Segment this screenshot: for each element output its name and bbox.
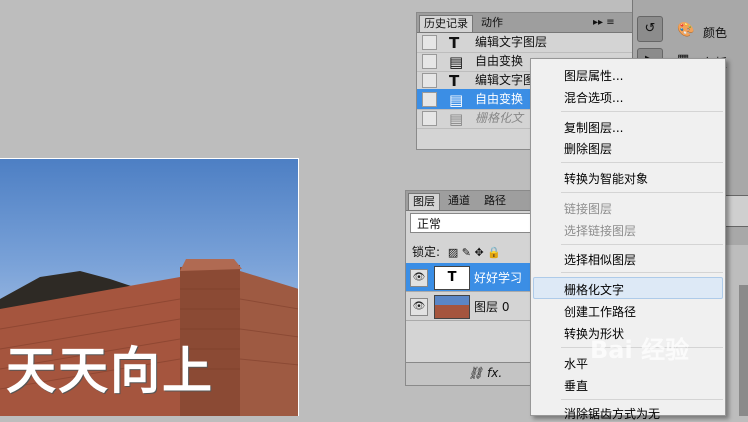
- menu-item-blending-options[interactable]: 混合选项...: [564, 89, 623, 106]
- image-layer-thumbnail: [434, 295, 470, 319]
- menu-item-duplicate-layer[interactable]: 复制图层...: [564, 119, 623, 136]
- history-item-label: 栅格化文: [475, 111, 524, 125]
- menu-separator: [561, 399, 723, 400]
- snapshot-checkbox[interactable]: [422, 54, 437, 69]
- eye-icon[interactable]: 👁: [410, 298, 428, 316]
- watermark: Bai 经验: [590, 336, 690, 364]
- transform-icon: ▤: [449, 53, 464, 71]
- layers-panel: 图层 通道 路径 正常 锁定: ▨ ✎ ✥ 🔒 👁 T 好好学习 👁 图层 0 …: [405, 190, 545, 386]
- canvas-text-layer: 天天向上: [6, 342, 214, 400]
- history-item-label: 编辑文字图层: [475, 35, 548, 49]
- layer-row[interactable]: 👁 图层 0: [406, 292, 544, 321]
- layer-name[interactable]: 好好学习: [474, 269, 522, 286]
- layers-footer: ⛓ fx.: [406, 362, 544, 385]
- menu-item-select-similar-layers[interactable]: 选择相似图层: [564, 251, 636, 268]
- menu-item-create-work-path[interactable]: 创建工作路径: [564, 303, 636, 320]
- layer-name[interactable]: 图层 0: [474, 298, 509, 315]
- lock-row: 锁定: ▨ ✎ ✥ 🔒: [412, 243, 501, 260]
- menu-item-convert-smart-object[interactable]: 转换为智能对象: [564, 170, 648, 187]
- text-layer-icon: T: [449, 72, 460, 90]
- canvas-image[interactable]: 天天向上: [0, 158, 299, 416]
- menu-separator: [561, 244, 723, 245]
- history-item-label: 自由变换: [475, 54, 524, 68]
- menu-item-horizontal[interactable]: 水平: [564, 355, 588, 372]
- lock-label: 锁定:: [412, 245, 441, 259]
- history-item[interactable]: T 编辑文字图层: [417, 32, 633, 53]
- tab-layers[interactable]: 图层: [408, 193, 440, 210]
- snapshot-checkbox[interactable]: [422, 92, 437, 107]
- history-tabs: 历史记录 动作 ▸▸ ≡: [417, 13, 633, 33]
- menu-hover-highlight: [533, 277, 723, 299]
- lock-icons[interactable]: ▨ ✎ ✥ 🔒: [448, 246, 501, 259]
- menu-item-delete-layer[interactable]: 删除图层: [564, 140, 612, 157]
- eye-icon[interactable]: 👁: [410, 269, 428, 287]
- menu-item-vertical[interactable]: 垂直: [564, 377, 588, 394]
- color-palette-icon[interactable]: 🎨: [677, 22, 694, 38]
- transform-icon: ▤: [449, 91, 464, 109]
- tab-actions[interactable]: 动作: [477, 15, 507, 31]
- tab-channels[interactable]: 通道: [444, 193, 474, 209]
- menu-item-link-layers[interactable]: 链接图层: [564, 200, 612, 217]
- text-layer-thumbnail: T: [434, 266, 470, 290]
- text-layer-icon: T: [449, 34, 460, 52]
- panel-menu-icon[interactable]: ▸▸ ≡: [589, 15, 619, 31]
- menu-separator: [561, 272, 723, 273]
- history-item-label: 编辑文字图: [475, 73, 536, 87]
- layer-row-selected[interactable]: 👁 T 好好学习: [406, 263, 544, 292]
- snapshot-checkbox[interactable]: [422, 35, 437, 50]
- transform-icon: ▤: [449, 110, 464, 128]
- menu-item-anti-alias-none[interactable]: 消除锯齿方式为无: [564, 405, 660, 422]
- history-item-label: 自由变换: [475, 92, 524, 106]
- menu-separator: [561, 162, 723, 163]
- snapshot-checkbox[interactable]: [422, 73, 437, 88]
- history-dock-icon[interactable]: ↺: [637, 16, 663, 42]
- layer-fx-icons[interactable]: ⛓ fx.: [468, 366, 502, 380]
- color-panel-label[interactable]: 颜色: [703, 24, 727, 41]
- tab-paths[interactable]: 路径: [480, 193, 510, 209]
- menu-item-layer-properties[interactable]: 图层属性...: [564, 67, 623, 84]
- blend-mode-select[interactable]: 正常: [410, 213, 540, 233]
- layers-tabs: 图层 通道 路径: [406, 191, 544, 211]
- menu-item-select-linked-layers[interactable]: 选择链接图层: [564, 222, 636, 239]
- menu-separator: [561, 192, 723, 193]
- menu-item-rasterize-type[interactable]: 栅格化文字: [564, 281, 624, 298]
- snapshot-checkbox[interactable]: [422, 111, 437, 126]
- scrollbar[interactable]: [739, 285, 748, 416]
- menu-separator: [561, 111, 723, 112]
- dock-scroll-field[interactable]: [725, 195, 748, 227]
- tab-history[interactable]: 历史记录: [419, 15, 473, 32]
